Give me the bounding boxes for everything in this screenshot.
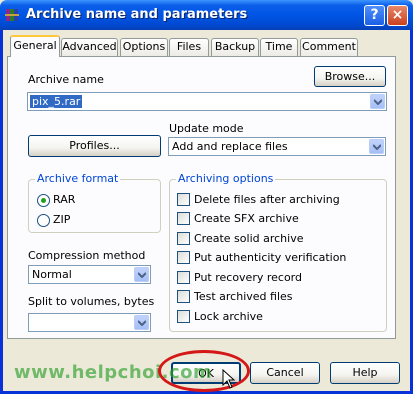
chevron-down-icon[interactable] bbox=[369, 139, 384, 154]
compression-method-label: Compression method bbox=[28, 249, 146, 262]
cancel-button[interactable]: Cancel bbox=[250, 362, 320, 384]
chevron-down-icon[interactable] bbox=[134, 267, 149, 282]
chevron-down-icon[interactable] bbox=[370, 94, 385, 109]
recovery-record-label[interactable]: Put recovery record bbox=[194, 271, 302, 284]
archive-name-combobox[interactable]: pix_5.rar bbox=[27, 92, 387, 111]
browse-button[interactable]: Browse... bbox=[314, 66, 386, 87]
delete-files-label[interactable]: Delete files after archiving bbox=[194, 193, 340, 206]
test-files-checkbox[interactable] bbox=[177, 290, 190, 303]
chevron-down-icon[interactable] bbox=[134, 315, 149, 330]
zip-radio[interactable] bbox=[37, 214, 50, 227]
update-mode-label: Update mode bbox=[169, 122, 244, 135]
help-button[interactable]: Help bbox=[330, 362, 400, 384]
test-files-label[interactable]: Test archived files bbox=[194, 290, 293, 303]
profiles-button[interactable]: Profiles... bbox=[28, 135, 161, 157]
rar-radio[interactable] bbox=[37, 194, 50, 207]
update-mode-value: Add and replace files bbox=[172, 140, 288, 153]
archive-name-value: pix_5.rar bbox=[30, 95, 83, 108]
radio-selected-dot bbox=[41, 198, 46, 203]
archive-name-label: Archive name bbox=[28, 73, 104, 86]
recovery-record-checkbox[interactable] bbox=[177, 271, 190, 284]
authenticity-label[interactable]: Put authenticity verification bbox=[194, 251, 346, 264]
create-solid-checkbox[interactable] bbox=[177, 232, 190, 245]
lock-archive-label[interactable]: Lock archive bbox=[194, 310, 263, 323]
tab-advanced[interactable]: Advanced bbox=[61, 38, 118, 56]
mouse-pointer-icon bbox=[222, 368, 236, 392]
tab-time[interactable]: Time bbox=[260, 38, 298, 56]
lock-archive-checkbox[interactable] bbox=[177, 310, 190, 323]
compression-method-select[interactable]: Normal bbox=[28, 265, 151, 284]
winrar-books-icon bbox=[5, 7, 21, 23]
tab-files[interactable]: Files bbox=[169, 38, 209, 56]
archive-format-title: Archive format bbox=[35, 172, 121, 185]
ok-highlight-ellipse bbox=[158, 350, 250, 392]
split-volumes-label: Split to volumes, bytes bbox=[28, 295, 155, 308]
rar-radio-label[interactable]: RAR bbox=[53, 193, 75, 206]
zip-radio-label[interactable]: ZIP bbox=[53, 213, 70, 226]
authenticity-checkbox[interactable] bbox=[177, 251, 190, 264]
tab-general[interactable]: General bbox=[10, 35, 60, 57]
archiving-options-title: Archiving options bbox=[176, 172, 276, 185]
create-sfx-label[interactable]: Create SFX archive bbox=[194, 212, 299, 225]
title-bar[interactable]: Archive name and parameters ? × bbox=[0, 0, 413, 30]
compression-method-value: Normal bbox=[32, 268, 72, 281]
delete-files-checkbox[interactable] bbox=[177, 193, 190, 206]
title-close-button[interactable]: × bbox=[387, 5, 408, 26]
create-sfx-checkbox[interactable] bbox=[177, 212, 190, 225]
title-help-button[interactable]: ? bbox=[364, 5, 385, 26]
tab-comment[interactable]: Comment bbox=[300, 38, 358, 56]
window-frame-left bbox=[0, 30, 3, 394]
tab-backup[interactable]: Backup bbox=[211, 38, 259, 56]
update-mode-select[interactable]: Add and replace files bbox=[168, 137, 386, 156]
create-solid-label[interactable]: Create solid archive bbox=[194, 232, 303, 245]
tab-options[interactable]: Options bbox=[120, 38, 168, 56]
split-volumes-combobox[interactable] bbox=[28, 313, 151, 332]
window-title: Archive name and parameters bbox=[26, 7, 248, 22]
